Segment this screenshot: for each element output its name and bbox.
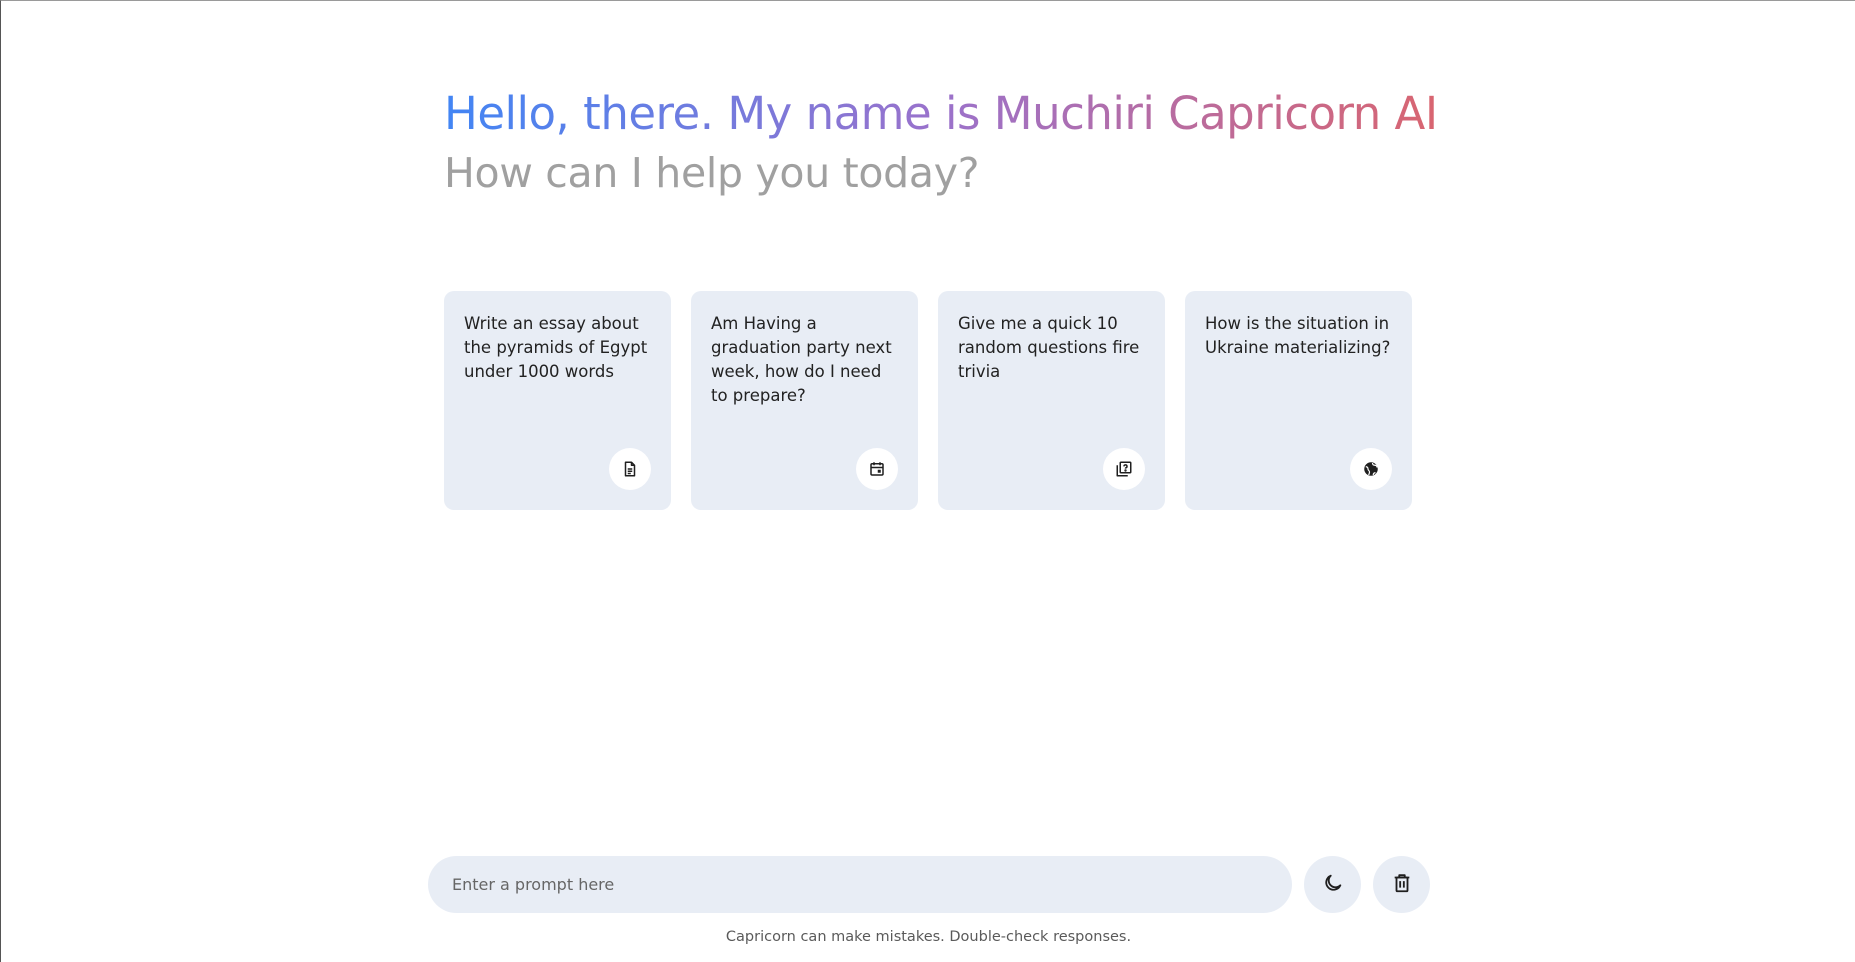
suggestion-list: Write an essay about the pyramids of Egy… (444, 291, 1412, 510)
prompt-input[interactable] (452, 875, 1268, 894)
prompt-bar (428, 856, 1292, 913)
suggestion-card[interactable]: Give me a quick 10 random questions fire… (938, 291, 1165, 510)
moon-icon (1322, 872, 1344, 898)
disclaimer-text: Capricorn can make mistakes. Double-chec… (725, 929, 1132, 945)
suggestion-text: How is the situation in Ukraine material… (1205, 314, 1391, 357)
theme-toggle-button[interactable] (1304, 856, 1361, 913)
calendar-icon (856, 448, 898, 490)
trash-icon (1391, 872, 1413, 898)
page-subtitle: How can I help you today? (444, 149, 980, 197)
suggestion-card[interactable]: Am Having a graduation party next week, … (691, 291, 918, 510)
suggestion-card[interactable]: How is the situation in Ukraine material… (1185, 291, 1412, 510)
page-title: Hello, there. My name is Muchiri Caprico… (444, 83, 1438, 145)
suggestion-text: Am Having a graduation party next week, … (711, 314, 892, 405)
suggestion-text: Write an essay about the pyramids of Egy… (464, 314, 648, 381)
suggestion-card[interactable]: Write an essay about the pyramids of Egy… (444, 291, 671, 510)
globe-icon (1350, 448, 1392, 490)
quiz-icon (1103, 448, 1145, 490)
greeting-header: Hello, there. My name is Muchiri Caprico… (444, 83, 1444, 201)
document-icon (609, 448, 651, 490)
suggestion-text: Give me a quick 10 random questions fire… (958, 314, 1140, 381)
delete-chats-button[interactable] (1373, 856, 1430, 913)
